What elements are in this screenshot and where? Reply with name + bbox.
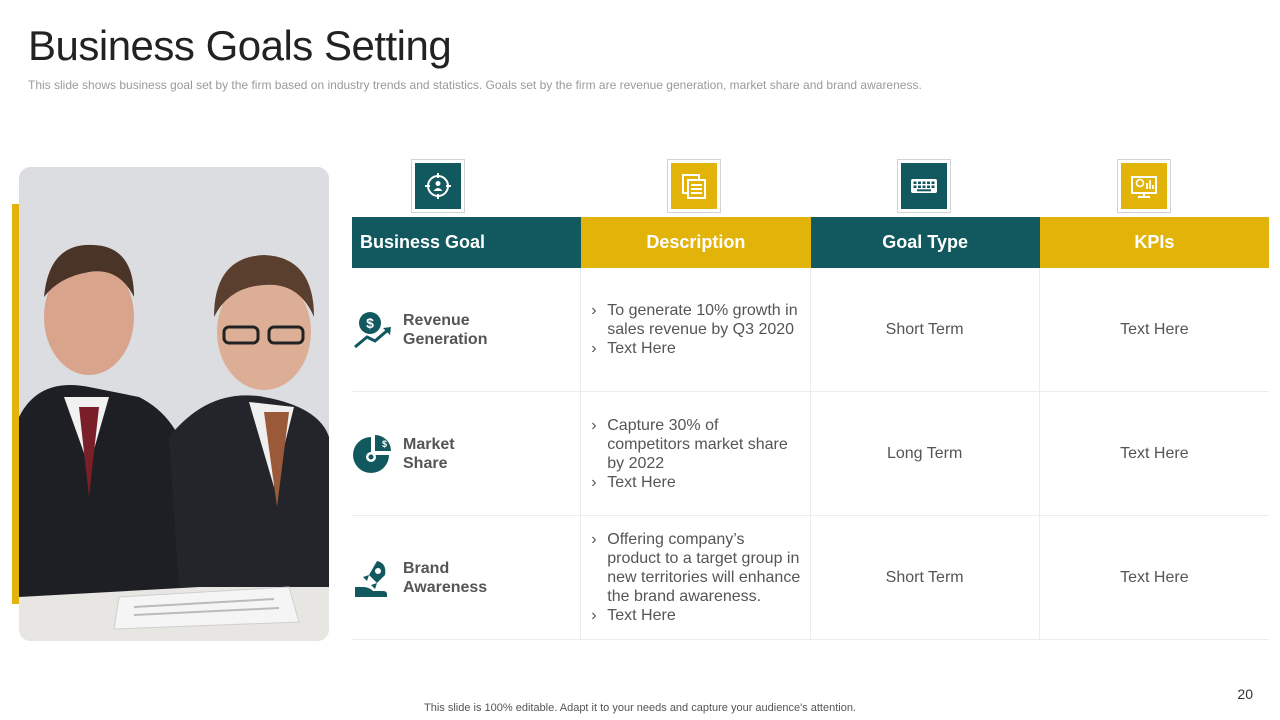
slide-subtitle: This slide shows business goal set by th… [28,78,922,92]
svg-text:$: $ [366,315,374,331]
business-goals-table: Business Goal Description Goal Type KPIs… [352,217,1269,640]
slide-title: Business Goals Setting [28,22,452,69]
keyboard-icon [901,163,947,209]
kpis-cell: Text Here [1120,444,1189,462]
target-user-icon-box [411,159,465,213]
description-item: Text Here [589,606,801,625]
goal-cell: $ Revenue Generation [352,268,582,391]
description-item: Text Here [589,339,801,358]
description-cell: Offering company’s product to a target g… [581,516,811,639]
table-header: Business Goal Description Goal Type KPIs [352,217,1269,268]
description-cell: Capture 30% of competitors market share … [581,392,811,515]
photo-businessmen [19,167,329,641]
goal-type-cell: Short Term [811,516,1040,639]
goal-label: Revenue Generation [403,311,488,348]
header-kpis: KPIs [1039,217,1269,268]
keyboard-icon-box [897,159,951,213]
target-user-icon [415,163,461,209]
goal-type-cell: Long Term [811,392,1040,515]
goal-label: Brand Awareness [403,559,488,596]
description-item: Text Here [589,473,801,492]
documents-icon [671,163,717,209]
dashboard-monitor-icon-box [1117,159,1171,213]
page-number: 20 [1237,686,1253,702]
kpis-cell: Text Here [1120,568,1189,586]
table-row: Brand Awareness Offering company’s produ… [352,516,1269,640]
table-row: $ Revenue Generation To generate 10% gro… [352,268,1269,392]
rocket-hand-icon [352,556,396,600]
header-goal-type: Goal Type [810,217,1040,268]
dashboard-monitor-icon [1121,163,1167,209]
goal-type-cell: Short Term [811,268,1040,391]
goal-cell: Brand Awareness [352,516,582,639]
market-share-pie-icon: $ [352,432,396,476]
goal-label: Market Share [403,435,455,472]
accent-bar [12,204,19,604]
description-cell: To generate 10% growth in sales revenue … [581,268,811,391]
description-item: Capture 30% of competitors market share … [589,416,801,473]
revenue-growth-icon: $ [352,308,396,352]
documents-icon-box [667,159,721,213]
slide-footer: This slide is 100% editable. Adapt it to… [424,702,856,714]
description-item: To generate 10% growth in sales revenue … [589,301,801,339]
goal-cell: $ Market Share [352,392,582,515]
svg-text:$: $ [382,439,387,449]
header-business-goal: Business Goal [352,217,582,268]
header-description: Description [581,217,811,268]
kpis-cell: Text Here [1120,320,1189,338]
table-row: $ Market Share Capture 30% of competitor… [352,392,1269,516]
description-item: Offering company’s product to a target g… [589,530,801,606]
